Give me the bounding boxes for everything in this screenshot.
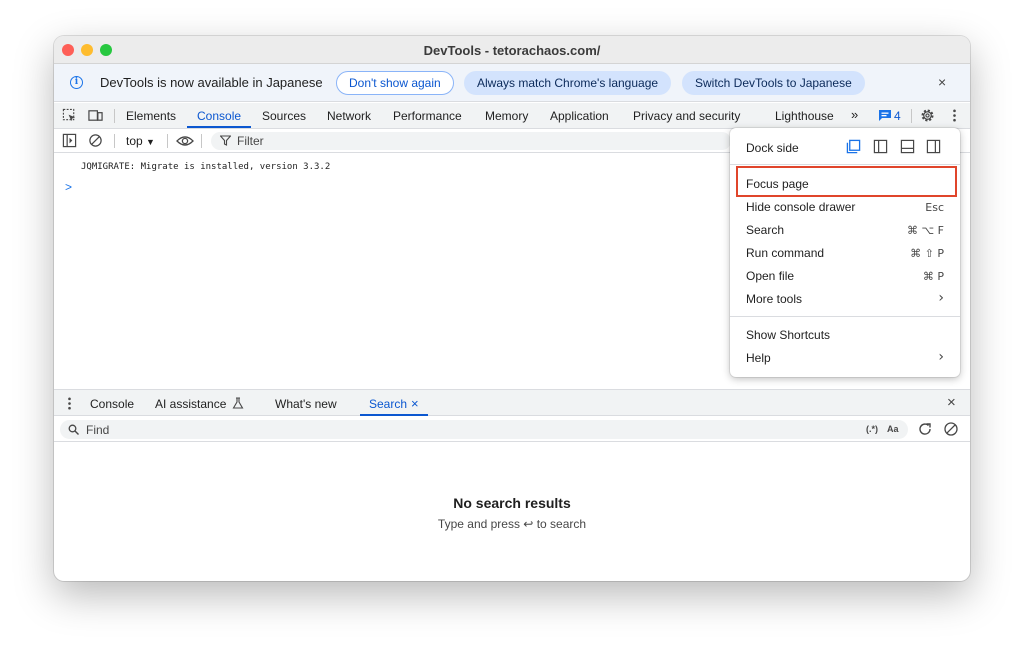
toolbar-divider [114,134,115,148]
toolbar-divider [167,134,168,148]
issues-count[interactable]: 4 [894,109,901,123]
active-tab-indicator [187,126,251,128]
tab-application[interactable]: Application [550,109,609,123]
dock-bottom-icon[interactable] [900,139,915,154]
find-placeholder: Find [86,423,110,437]
device-toolbar-icon[interactable] [88,108,103,123]
info-icon: i [70,76,83,89]
drawer-tab-ai-assistance[interactable]: AI assistance [155,397,226,411]
live-expression-eye-icon[interactable] [176,134,194,148]
context-value: top [126,134,143,148]
more-tabs-button[interactable]: » [851,107,858,122]
menu-item-run-command[interactable]: Run command [746,246,824,260]
tab-sources[interactable]: Sources [262,109,306,123]
experiment-flask-icon [232,397,244,409]
drawer-tab-search-close-icon[interactable]: × [411,396,419,411]
clear-search-icon[interactable] [943,421,959,437]
dropdown-arrow-icon: ▼ [146,137,155,147]
main-tab-bar: Elements Console Sources Network Perform… [54,103,970,129]
settings-gear-icon[interactable] [920,108,935,123]
switch-to-japanese-button[interactable]: Switch DevTools to Japanese [682,71,865,95]
shortcut-run-command: ⌘ ⇧ P [910,247,944,260]
no-search-results-title: No search results [453,495,571,511]
infobar-message: DevTools is now available in Japanese [100,75,323,90]
tab-elements[interactable]: Elements [126,109,176,123]
submenu-chevron-icon: › [938,349,944,365]
infobar-close-button[interactable]: × [938,74,946,90]
submenu-chevron-icon: › [938,290,944,306]
issues-icon[interactable] [878,109,892,122]
menu-item-show-shortcuts[interactable]: Show Shortcuts [746,328,830,342]
undock-icon[interactable] [846,139,861,154]
filter-icon [220,135,231,146]
drawer-menu-icon[interactable] [62,396,77,411]
toolbar-divider [911,109,912,123]
more-options-icon[interactable] [947,108,962,123]
no-search-results-hint: Type and press ↩ to search [437,517,587,531]
tab-privacy-security[interactable]: Privacy and security [633,109,740,123]
language-infobar: i DevTools is now available in Japanese … [54,64,970,102]
drawer-tab-whats-new[interactable]: What's new [275,397,337,411]
search-icon [68,424,79,435]
settings-context-menu: Dock side Focus page Hide console drawer… [730,128,960,377]
toolbar-divider [201,134,202,148]
always-match-language-button[interactable]: Always match Chrome's language [464,71,672,95]
tab-console[interactable]: Console [197,109,241,123]
filter-placeholder: Filter [237,134,264,148]
regex-toggle[interactable]: (.*) [866,424,878,434]
drawer-close-button[interactable]: × [947,394,956,411]
shortcut-hide-console-drawer: Esc [925,201,944,214]
dock-right-icon[interactable] [926,139,941,154]
drawer-tab-console[interactable]: Console [90,397,134,411]
tab-network[interactable]: Network [327,109,371,123]
search-bar: Find (.*) Aa [54,417,970,442]
title-bar: DevTools - tetorachaos.com/ [54,36,970,64]
search-find-input[interactable] [60,420,908,439]
menu-item-hide-console-drawer[interactable]: Hide console drawer [746,200,855,214]
window-title: DevTools - tetorachaos.com/ [423,43,601,58]
menu-item-help[interactable]: Help [746,351,771,365]
inspect-element-icon[interactable] [62,108,77,123]
context-selector[interactable]: top ▼ [126,134,155,148]
shortcut-search: ⌘ ⌥ F [907,224,944,237]
tab-lighthouse[interactable]: Lighthouse [775,109,834,123]
always-match-label: Always match Chrome's language [477,76,659,90]
dock-side-label: Dock side [746,141,799,155]
shortcut-open-file: ⌘ P [922,270,944,283]
switch-label: Switch DevTools to Japanese [695,76,852,90]
dock-left-icon[interactable] [873,139,888,154]
menu-item-more-tools[interactable]: More tools [746,292,802,306]
menu-divider [730,164,960,165]
toolbar-divider [114,109,115,123]
drawer-tab-search[interactable]: Search [369,397,407,411]
menu-item-search[interactable]: Search [746,223,784,237]
menu-item-open-file[interactable]: Open file [746,269,794,283]
match-case-toggle[interactable]: Aa [887,424,899,434]
tab-memory[interactable]: Memory [485,109,528,123]
drawer-tab-bar: Console AI assistance What's new Search … [54,389,970,416]
menu-divider [730,316,960,317]
console-filter-input[interactable] [211,132,731,150]
console-message: JQMIGRATE: Migrate is installed, version… [81,162,331,172]
tab-performance[interactable]: Performance [393,109,462,123]
menu-item-focus-page[interactable]: Focus page [746,177,809,191]
drawer-active-tab-indicator [360,414,428,416]
clear-console-icon[interactable] [88,133,103,148]
devtools-window: DevTools - tetorachaos.com/ i DevTools i… [54,36,970,581]
sidebar-toggle-icon[interactable] [62,133,77,148]
console-prompt[interactable]: > [65,180,72,194]
dont-show-again-button[interactable]: Don't show again [336,71,454,95]
refresh-icon[interactable] [917,421,933,437]
